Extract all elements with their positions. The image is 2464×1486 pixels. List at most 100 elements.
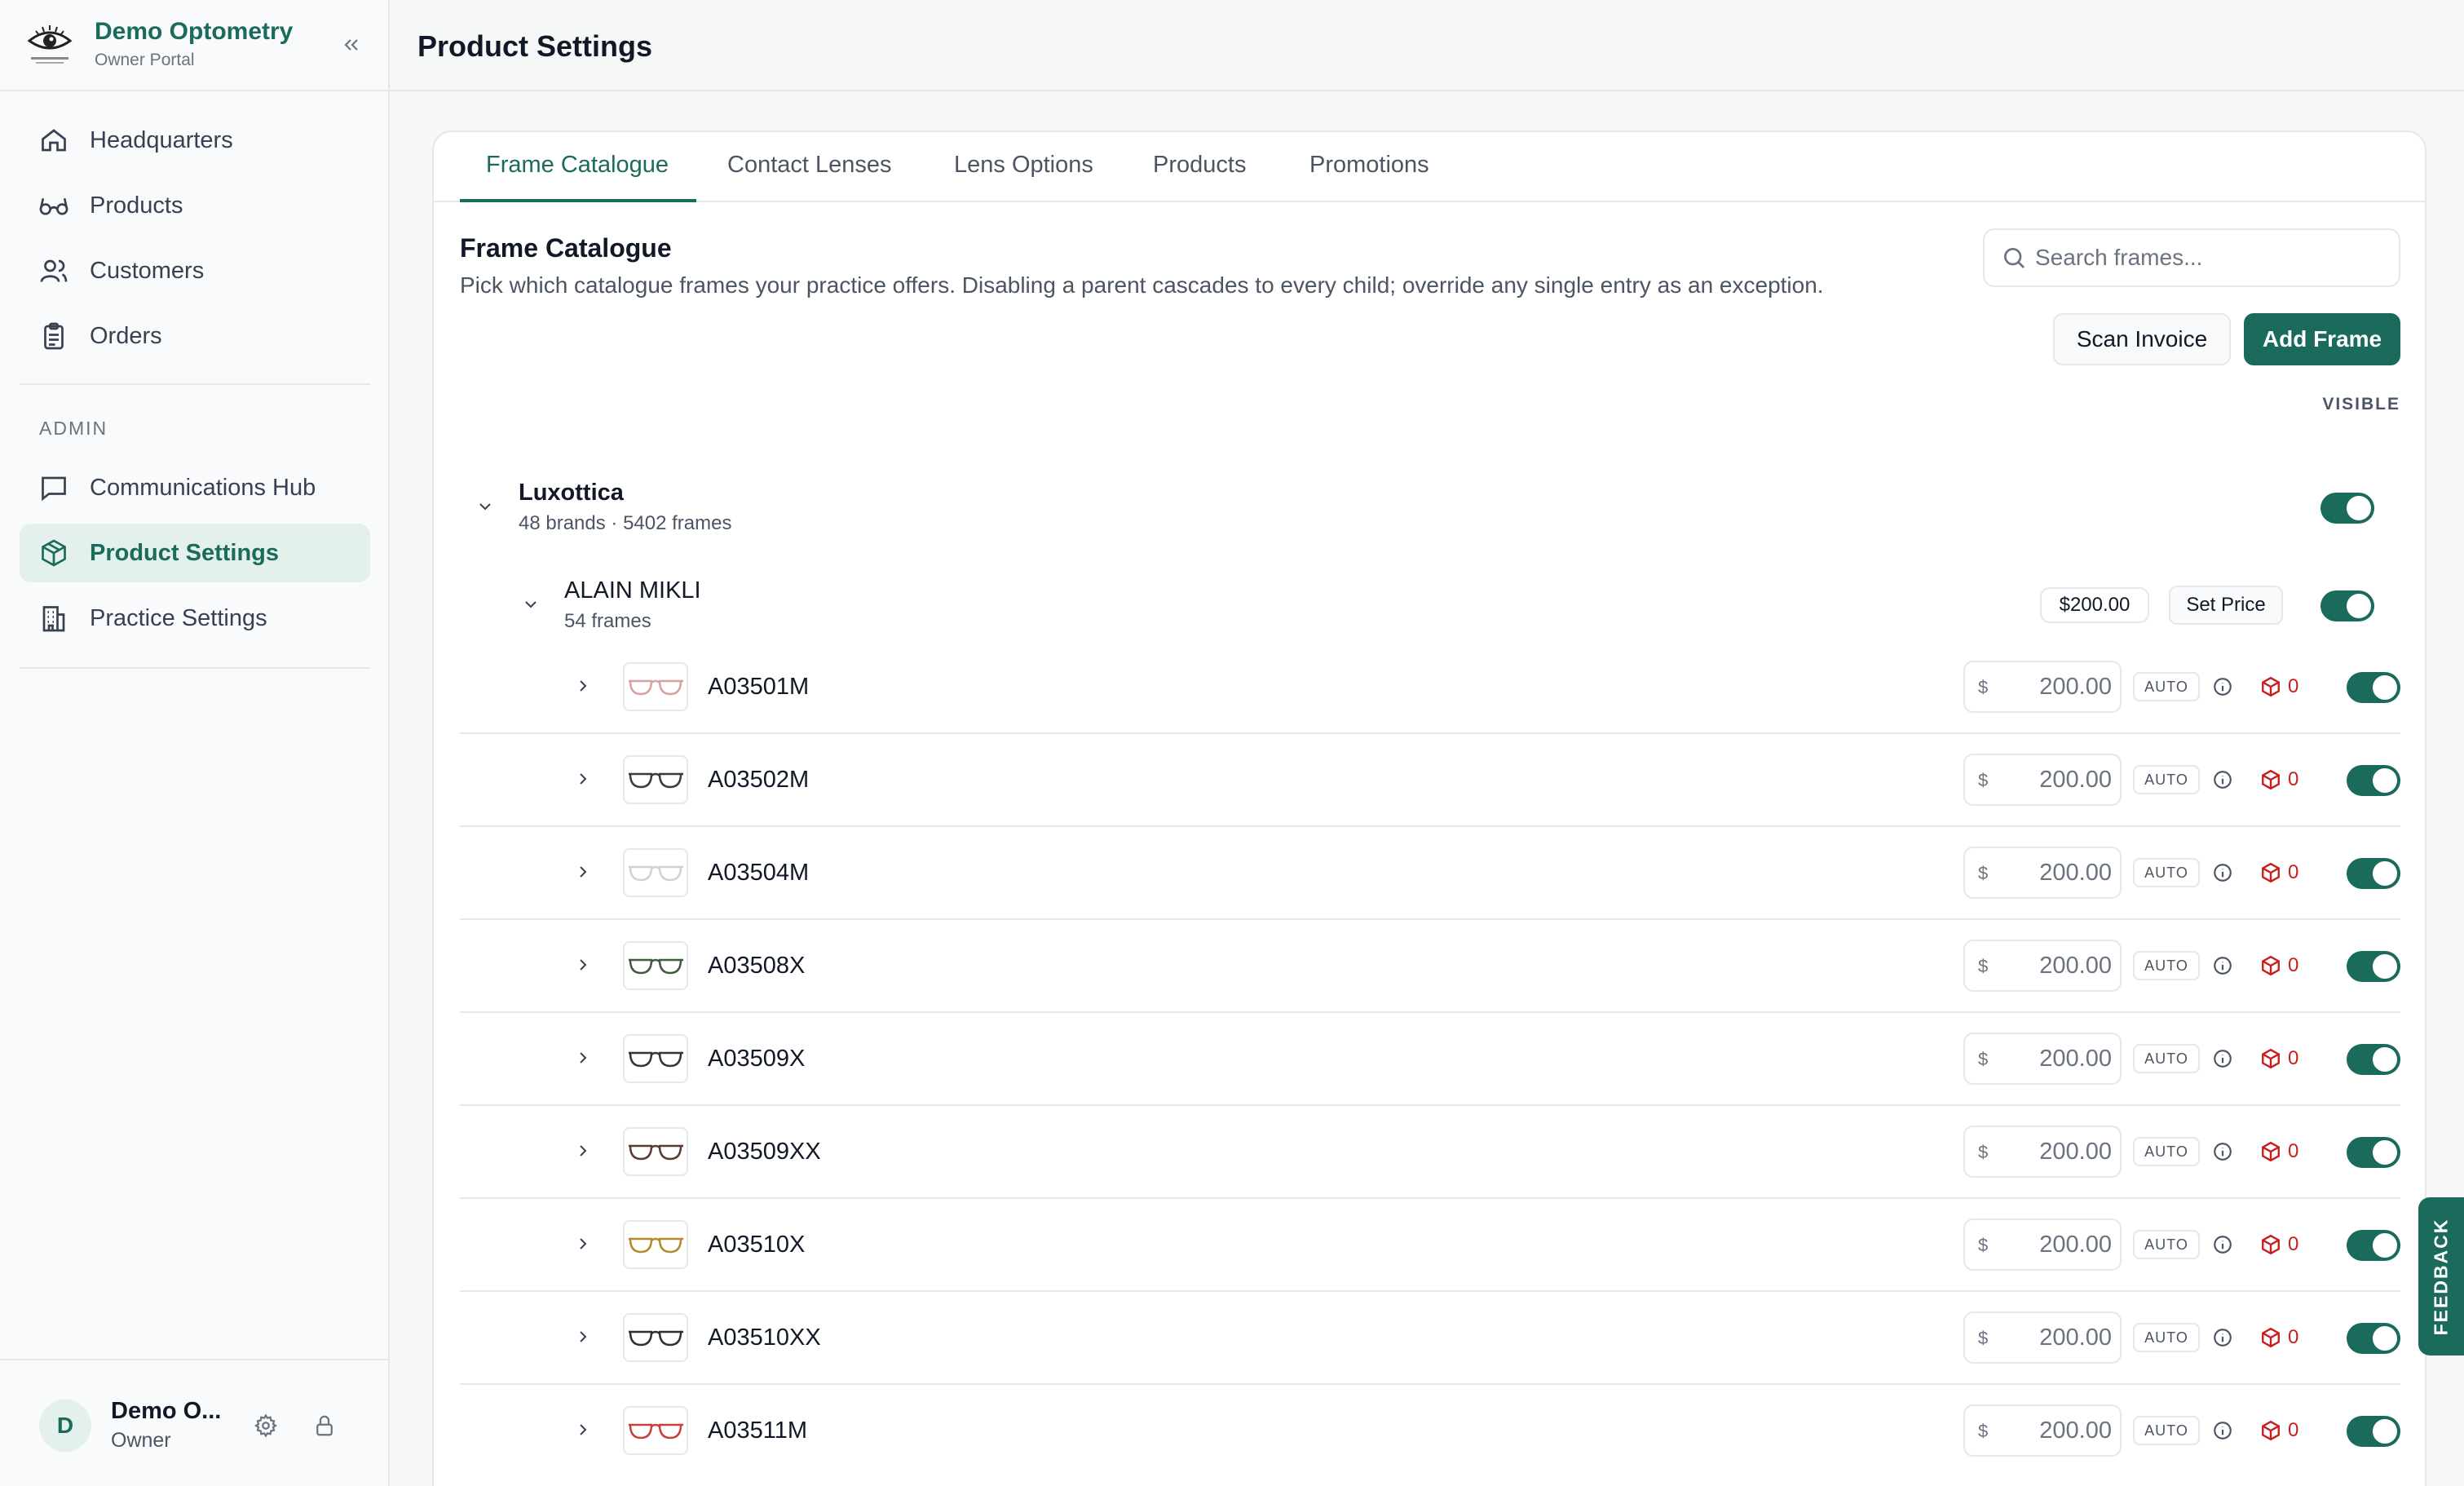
frame-visible-toggle[interactable] bbox=[2347, 672, 2400, 703]
info-button[interactable] bbox=[2210, 1046, 2236, 1072]
expand-frame-toggle[interactable] bbox=[571, 1046, 595, 1070]
tab-frame-catalogue[interactable]: Frame Catalogue bbox=[486, 152, 669, 202]
info-button[interactable] bbox=[2210, 953, 2236, 979]
nav-item-products[interactable]: Products bbox=[20, 176, 370, 235]
auto-price-badge[interactable]: AUTO bbox=[2133, 1137, 2200, 1166]
auto-price-badge[interactable]: AUTO bbox=[2133, 951, 2200, 980]
info-button[interactable] bbox=[2210, 1417, 2236, 1444]
expand-frame-toggle[interactable] bbox=[571, 1417, 595, 1442]
currency-symbol: $ bbox=[1978, 677, 1989, 697]
frame-price-value: 200.00 bbox=[2039, 674, 2112, 700]
glasses-icon bbox=[38, 189, 70, 222]
currency-symbol: $ bbox=[1978, 1142, 1989, 1162]
info-button[interactable] bbox=[2210, 1325, 2236, 1351]
frame-price-input[interactable]: $200.00 bbox=[1963, 1218, 2122, 1271]
expand-frame-toggle[interactable] bbox=[571, 953, 595, 977]
auto-price-badge[interactable]: AUTO bbox=[2133, 1230, 2200, 1259]
info-button[interactable] bbox=[2210, 860, 2236, 886]
feedback-tab[interactable]: FEEDBACK bbox=[2418, 1197, 2464, 1356]
auto-price-badge[interactable]: AUTO bbox=[2133, 672, 2200, 701]
auto-price-badge[interactable]: AUTO bbox=[2133, 858, 2200, 887]
frame-price-input[interactable]: $200.00 bbox=[1963, 661, 2122, 713]
expand-frame-toggle[interactable] bbox=[571, 1325, 595, 1349]
chevron-right-icon bbox=[580, 1238, 587, 1249]
chevron-down-icon bbox=[525, 601, 537, 608]
brand-visible-toggle[interactable] bbox=[2320, 590, 2374, 621]
settings-card: Frame Catalogue Contact Lenses Lens Opti… bbox=[432, 130, 2426, 1486]
tab-promotions[interactable]: Promotions bbox=[1309, 152, 1429, 202]
auto-price-badge[interactable]: AUTO bbox=[2133, 1044, 2200, 1073]
nav-item-communications-hub[interactable]: Communications Hub bbox=[20, 458, 370, 517]
expand-frame-toggle[interactable] bbox=[571, 674, 595, 698]
frame-visible-toggle[interactable] bbox=[2347, 1323, 2400, 1354]
frame-price-input[interactable]: $200.00 bbox=[1963, 1033, 2122, 1085]
auto-price-badge[interactable]: AUTO bbox=[2133, 765, 2200, 794]
frame-price-input[interactable]: $200.00 bbox=[1963, 754, 2122, 806]
frame-price-input[interactable]: $200.00 bbox=[1963, 940, 2122, 992]
chevrons-left-icon bbox=[344, 39, 358, 51]
frame-code: A03510XX bbox=[708, 1325, 821, 1351]
expand-frame-toggle[interactable] bbox=[571, 1139, 595, 1163]
frame-visible-toggle[interactable] bbox=[2347, 1137, 2400, 1168]
building-icon bbox=[38, 602, 70, 635]
nav-item-orders[interactable]: Orders bbox=[20, 307, 370, 365]
frame-row: A03509X $200.00 AUTO 0 bbox=[460, 1013, 2400, 1106]
nav-item-customers[interactable]: Customers bbox=[20, 241, 370, 300]
chevron-right-icon bbox=[580, 1424, 587, 1435]
collapse-sidebar-button[interactable] bbox=[338, 31, 365, 59]
frame-visible-toggle[interactable] bbox=[2347, 1230, 2400, 1261]
frame-visible-toggle[interactable] bbox=[2347, 951, 2400, 982]
settings-button[interactable] bbox=[249, 1409, 282, 1442]
brand-price-badge: $200.00 bbox=[2040, 587, 2149, 623]
scan-invoice-button[interactable]: Scan Invoice bbox=[2053, 313, 2231, 365]
nav-item-label: Communications Hub bbox=[90, 474, 316, 501]
nav-item-product-settings[interactable]: Product Settings bbox=[20, 524, 370, 582]
settings-tabs: Frame Catalogue Contact Lenses Lens Opti… bbox=[434, 132, 2425, 202]
auto-price-badge[interactable]: AUTO bbox=[2133, 1323, 2200, 1352]
expand-group-toggle[interactable] bbox=[473, 494, 497, 519]
nav-item-practice-settings[interactable]: Practice Settings bbox=[20, 589, 370, 648]
avatar[interactable]: D bbox=[39, 1400, 91, 1452]
frame-visible-toggle[interactable] bbox=[2347, 1416, 2400, 1447]
info-button[interactable] bbox=[2210, 1232, 2236, 1258]
frame-visible-toggle[interactable] bbox=[2347, 858, 2400, 889]
frame-thumbnail bbox=[623, 1034, 688, 1083]
info-button[interactable] bbox=[2210, 1139, 2236, 1165]
frame-visible-toggle[interactable] bbox=[2347, 1044, 2400, 1075]
tab-products[interactable]: Products bbox=[1153, 152, 1246, 202]
group-visible-toggle[interactable] bbox=[2320, 493, 2374, 524]
currency-symbol: $ bbox=[1978, 770, 1989, 790]
frame-thumbnail bbox=[623, 755, 688, 804]
nav-item-headquarters[interactable]: Headquarters bbox=[20, 111, 370, 170]
frame-price-input[interactable]: $200.00 bbox=[1963, 847, 2122, 899]
brand-name: ALAIN MIKLI bbox=[564, 577, 701, 604]
expand-frame-toggle[interactable] bbox=[571, 1232, 595, 1256]
frame-price-input[interactable]: $200.00 bbox=[1963, 1126, 2122, 1178]
frame-visible-toggle[interactable] bbox=[2347, 765, 2400, 796]
user-name: Demo O... bbox=[111, 1398, 222, 1424]
frame-row: A03510XX $200.00 AUTO 0 bbox=[460, 1292, 2400, 1385]
nav-item-label: Headquarters bbox=[90, 126, 233, 153]
package-icon bbox=[2262, 1420, 2280, 1441]
expand-frame-toggle[interactable] bbox=[571, 767, 595, 791]
expand-brand-toggle[interactable] bbox=[519, 592, 543, 617]
nav-item-label: Orders bbox=[90, 322, 162, 349]
info-button[interactable] bbox=[2210, 674, 2236, 700]
set-price-button[interactable]: Set Price bbox=[2169, 586, 2283, 625]
expand-frame-toggle[interactable] bbox=[571, 860, 595, 884]
frame-price-input[interactable]: $200.00 bbox=[1963, 1404, 2122, 1457]
frame-code: A03508X bbox=[708, 953, 806, 979]
frame-row: A03508X $200.00 AUTO 0 bbox=[460, 920, 2400, 1013]
frame-price-input[interactable]: $200.00 bbox=[1963, 1311, 2122, 1364]
frame-price-value: 200.00 bbox=[2039, 1325, 2112, 1351]
tab-lens-options[interactable]: Lens Options bbox=[954, 152, 1093, 202]
tab-contact-lenses[interactable]: Contact Lenses bbox=[727, 152, 892, 202]
lock-button[interactable] bbox=[308, 1409, 341, 1442]
info-icon bbox=[2214, 1236, 2232, 1254]
currency-symbol: $ bbox=[1978, 1049, 1989, 1069]
info-button[interactable] bbox=[2210, 767, 2236, 793]
auto-price-badge[interactable]: AUTO bbox=[2133, 1416, 2200, 1445]
top-bar: Product Settings bbox=[390, 0, 2464, 91]
add-frame-button[interactable]: Add Frame bbox=[2244, 313, 2400, 365]
search-input[interactable] bbox=[2035, 241, 2386, 274]
